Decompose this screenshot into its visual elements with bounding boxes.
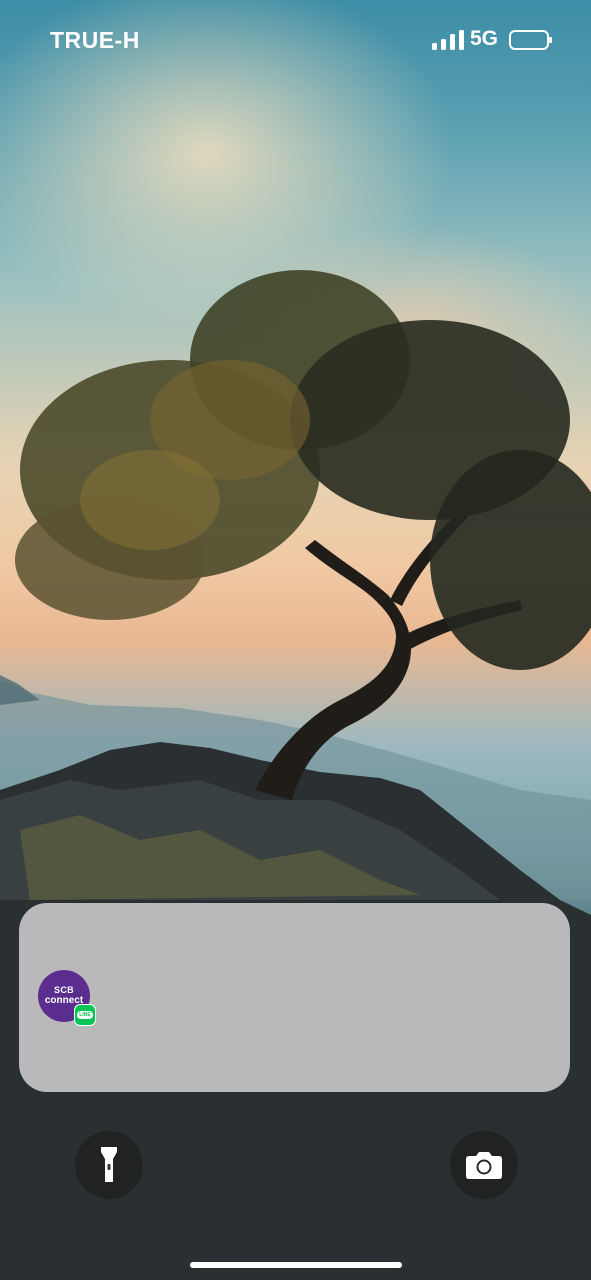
app-icon-brand-text: SCB [54,985,74,995]
status-bar: TRUE-H 5G [0,0,591,80]
carrier-name: TRUE-H [50,27,140,53]
line-app-badge-icon: LINE [74,1004,96,1026]
battery-icon [509,30,552,50]
signal-bars-icon [432,30,464,50]
flashlight-button[interactable] [75,1131,143,1199]
notification-card[interactable] [19,903,570,1092]
home-indicator[interactable] [190,1262,402,1268]
camera-icon [466,1152,502,1179]
line-badge-text: LINE [77,1011,93,1019]
camera-button[interactable] [450,1131,518,1199]
flashlight-icon [101,1147,117,1182]
network-type: 5G [470,27,499,50]
